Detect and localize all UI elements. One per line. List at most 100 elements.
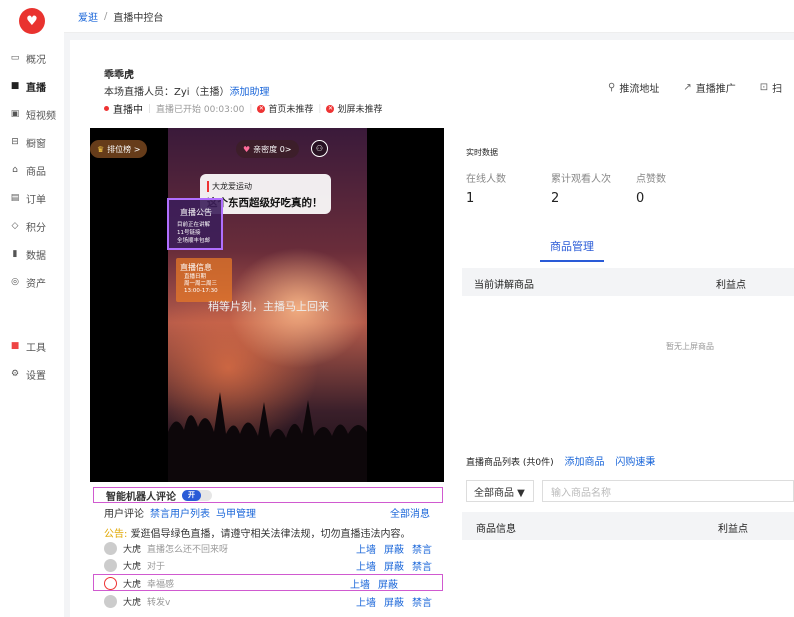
robot-comment-label: 智能机器人评论 bbox=[106, 491, 176, 503]
robot-comment-toggle[interactable]: 开 bbox=[182, 489, 212, 501]
mute-button[interactable]: 禁言 bbox=[412, 541, 432, 556]
pin-to-wall-button[interactable]: 上墙 bbox=[350, 576, 370, 591]
intimacy-label: 亲密度 0> bbox=[253, 144, 292, 154]
streamer-name: 乖乖虎 bbox=[104, 70, 134, 81]
scan-button[interactable]: ⊡ 扫 bbox=[760, 80, 782, 95]
close-circle-icon: ✕ bbox=[326, 104, 335, 113]
sidebar-item-label: 橱窗 bbox=[26, 138, 46, 150]
add-assistant-link[interactable]: 添加助理 bbox=[230, 87, 270, 98]
sidebar-item-label: 资产 bbox=[26, 278, 46, 290]
live-staff-text: 本场直播人员：Zyi（主播） bbox=[104, 87, 230, 98]
sidebar-item-settings[interactable]: ⚙ 设置 bbox=[0, 360, 64, 388]
add-goods-link[interactable]: 添加商品 bbox=[565, 457, 605, 468]
user-icon[interactable]: ⚇ bbox=[311, 140, 328, 157]
sidebar-item-orders[interactable]: ▤ 订单 bbox=[0, 184, 64, 212]
avatar bbox=[104, 541, 117, 555]
promote-button[interactable]: ↗ 直播推广 bbox=[683, 80, 735, 95]
tab-vest-manage[interactable]: 马甲管理 bbox=[216, 505, 256, 520]
goods-filter-select[interactable]: 全部商品 ▼ bbox=[466, 480, 534, 502]
close-circle-icon: ✕ bbox=[257, 104, 266, 113]
announcement-text: 爱逛倡导绿色直播，请遵守相关法律法规，切勿直播违法内容。 bbox=[130, 529, 411, 540]
notice-line: 目前正在讲解 bbox=[177, 222, 211, 228]
pin-to-wall-button[interactable]: 上墙 bbox=[356, 558, 376, 573]
list-item: 大虎 对于 上墙 屏蔽 禁言 bbox=[104, 557, 432, 573]
rank-button[interactable]: ♛ 排位榜 > bbox=[90, 140, 148, 158]
sidebar-item-short-video[interactable]: ▣ 短视频 bbox=[0, 100, 64, 128]
live-info-title: 直播信息 bbox=[180, 263, 212, 272]
current-goods-title: 当前讲解商品 bbox=[474, 280, 534, 291]
sidebar-item-label: 数据 bbox=[26, 250, 46, 262]
pin-to-wall-button[interactable]: 上墙 bbox=[356, 594, 376, 609]
notice-line: 11号链接 bbox=[177, 230, 201, 236]
breadcrumb: 爱逛 / 直播中控台 bbox=[64, 0, 794, 33]
comment-nick: 大虎 bbox=[123, 579, 142, 590]
promote-icon: ↗ bbox=[683, 82, 692, 93]
sidebar-item-live[interactable]: ■ 直播 bbox=[0, 72, 64, 100]
robot-comment-row: 智能机器人评论 开 bbox=[93, 487, 443, 503]
avatar bbox=[104, 594, 117, 608]
mute-button[interactable]: 禁言 bbox=[412, 594, 432, 609]
sidebar-item-points[interactable]: ◇ 积分 bbox=[0, 212, 64, 240]
play-icon: ▣ bbox=[10, 109, 20, 119]
benefit-column-header: 利益点 bbox=[718, 524, 748, 535]
sidebar-item-label: 商品 bbox=[26, 166, 46, 178]
bag-icon: ⌂ bbox=[12, 165, 18, 175]
flash-sale-link[interactable]: 闪购速秉 bbox=[615, 457, 655, 468]
sidebar-item-label: 概况 bbox=[26, 54, 46, 66]
block-button[interactable]: 屏蔽 bbox=[384, 594, 404, 609]
block-button[interactable]: 屏蔽 bbox=[384, 558, 404, 573]
sidebar-item-assets[interactable]: ◎ 资产 bbox=[0, 268, 64, 296]
live-dot-icon bbox=[104, 106, 109, 111]
notice-line: 全场顺丰包邮 bbox=[177, 238, 211, 244]
sidebar-item-goods[interactable]: ⌂ 商品 bbox=[0, 156, 64, 184]
shop-window-icon: ⊟ bbox=[11, 137, 19, 147]
sidebar-item-window[interactable]: ⊟ 橱窗 bbox=[0, 128, 64, 156]
sidebar-item-overview[interactable]: ▭ 概况 bbox=[0, 44, 64, 72]
sidebar-item-label: 设置 bbox=[26, 370, 46, 382]
comment-ops: 上墙 屏蔽 bbox=[350, 576, 432, 591]
breadcrumb-root-link[interactable]: 爱逛 bbox=[78, 9, 98, 24]
goods-search-input[interactable]: 输入商品名称 bbox=[542, 480, 794, 502]
pin-to-wall-button[interactable]: 上墙 bbox=[356, 541, 376, 556]
live-info-line: 13:00-17:30 bbox=[184, 288, 218, 294]
comment-text: 转发v bbox=[147, 597, 171, 608]
tab-user-comments[interactable]: 用户评论 bbox=[104, 505, 144, 520]
comment-text: 对于 bbox=[147, 561, 166, 572]
live-staff: 本场直播人员：Zyi（主播）添加助理 bbox=[104, 83, 270, 98]
mute-button[interactable]: 禁言 bbox=[412, 558, 432, 573]
intimacy-button[interactable]: ♥ 亲密度 0> bbox=[236, 140, 299, 158]
announcement: 公告: 爱逛倡导绿色直播，请遵守相关法律法规，切勿直播违法内容。 bbox=[104, 525, 411, 540]
goods-list-header: 直播商品列表 (共0件) 添加商品 闪购速秉 bbox=[466, 453, 655, 468]
sidebar-item-tools[interactable]: ■ 工具 bbox=[0, 332, 64, 360]
stream-url-button[interactable]: ⚲ 推流地址 bbox=[608, 80, 659, 95]
robot-avatar-icon bbox=[104, 576, 117, 590]
block-button[interactable]: 屏蔽 bbox=[384, 541, 404, 556]
tab-banned-users[interactable]: 禁言用户列表 bbox=[150, 505, 210, 520]
sidebar-item-label: 积分 bbox=[26, 222, 46, 234]
empty-goods-text: 暂无上屏商品 bbox=[666, 342, 714, 351]
tab-goods-manage[interactable]: 商品管理 bbox=[540, 238, 604, 254]
block-button[interactable]: 屏蔽 bbox=[378, 576, 398, 591]
grid-icon: ■ bbox=[10, 341, 20, 351]
points-icon: ◇ bbox=[11, 221, 19, 231]
sidebar-item-data[interactable]: ▮ 数据 bbox=[0, 240, 64, 268]
stream-url-label: 推流地址 bbox=[619, 84, 660, 95]
gear-icon: ⚙ bbox=[10, 369, 20, 379]
scan-icon: ⊡ bbox=[759, 82, 769, 93]
comment-tabs: 用户评论 禁言用户列表 马甲管理 全部消息 bbox=[104, 505, 430, 520]
likes-value: 0 bbox=[636, 191, 645, 206]
live-status-bar: 直播中 | 直播已开始 00:03:00 | ✕ 首页未推荐 | ✕ 划屏未推荐 bbox=[104, 101, 382, 116]
notice-content: 目前正在讲解 11号链接 全场顺丰包邮 bbox=[177, 221, 210, 245]
comment-nick: 大虎 bbox=[123, 544, 142, 555]
waiting-message: 稍等片刻，主播马上回来 bbox=[208, 300, 329, 313]
toggle-on-label: 开 bbox=[182, 489, 201, 501]
all-messages-link[interactable]: 全部消息 bbox=[390, 505, 430, 520]
crowd-silhouette-icon bbox=[168, 392, 367, 482]
total-views-label: 累计观看人次 bbox=[551, 174, 611, 185]
heart-logo-icon[interactable]: ♥ bbox=[19, 8, 45, 34]
live-info-line: 直播日期 bbox=[184, 274, 207, 280]
sidebar: ♥ ▭ 概况 ■ 直播 ▣ 短视频 ⊟ 橱窗 ⌂ 商品 ▤ 订单 ◇ 积分 ▮ 数据 ◎ 资产 ■… bbox=[0, 0, 64, 617]
comment-ops: 上墙 屏蔽 禁言 bbox=[356, 594, 432, 609]
header-actions: ⚲ 推流地址 ↗ 直播推广 ⊡ 扫 bbox=[608, 80, 794, 95]
online-label: 在线人数 bbox=[466, 174, 506, 185]
